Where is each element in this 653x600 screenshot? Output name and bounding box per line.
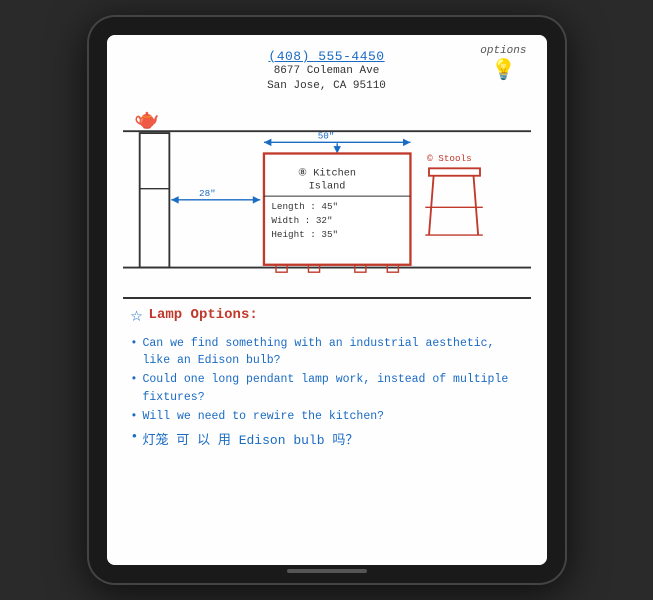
bullet-list: Can we find something with an industrial… [131, 335, 523, 425]
address: 8677 Coleman Ave San Jose, CA 95110 [123, 64, 531, 95]
page-content: options 💡 (408) 555-4450 8677 Coleman Av… [107, 35, 547, 565]
phone-number: (408) 555-4450 [123, 49, 531, 64]
svg-text:Island: Island [308, 181, 345, 193]
svg-text:50": 50" [317, 130, 334, 141]
star-icon: ☆ [131, 307, 143, 327]
lamp-options-title: Lamp Options: [149, 307, 258, 323]
notes-section: ☆ Lamp Options: Can we find something wi… [123, 307, 531, 448]
screen: options 💡 (408) 555-4450 8677 Coleman Av… [107, 35, 547, 565]
diagram-area: 🫖 28" 50" [123, 99, 531, 299]
svg-text:Height : 35": Height : 35" [271, 229, 338, 240]
options-area: options 💡 [480, 45, 526, 83]
list-item: Can we find something with an industrial… [131, 335, 523, 370]
tablet-device: options 💡 (408) 555-4450 8677 Coleman Av… [87, 15, 567, 585]
svg-text:Length : 45": Length : 45" [271, 201, 338, 212]
svg-text:© Stools: © Stools [427, 153, 471, 164]
list-item: Could one long pendant lamp work, instea… [131, 371, 523, 406]
lightbulb-icon: 💡 [480, 57, 526, 83]
svg-text:🫖: 🫖 [134, 109, 159, 132]
list-item: Will we need to rewire the kitchen? [131, 408, 523, 425]
address-line2: San Jose, CA 95110 [267, 80, 386, 92]
chinese-text-item: 灯笼 可 以 用 Edison bulb 吗？ [131, 429, 523, 448]
address-line1: 8677 Coleman Ave [274, 65, 380, 77]
svg-text:28": 28" [199, 188, 216, 199]
options-label: options [480, 45, 526, 57]
svg-text:⑧ Kitchen: ⑧ Kitchen [297, 168, 355, 180]
header-section: (408) 555-4450 8677 Coleman Ave San Jose… [123, 49, 531, 95]
svg-text:Width : 32": Width : 32" [271, 215, 332, 226]
kitchen-diagram-svg: 🫖 28" 50" [123, 99, 531, 297]
